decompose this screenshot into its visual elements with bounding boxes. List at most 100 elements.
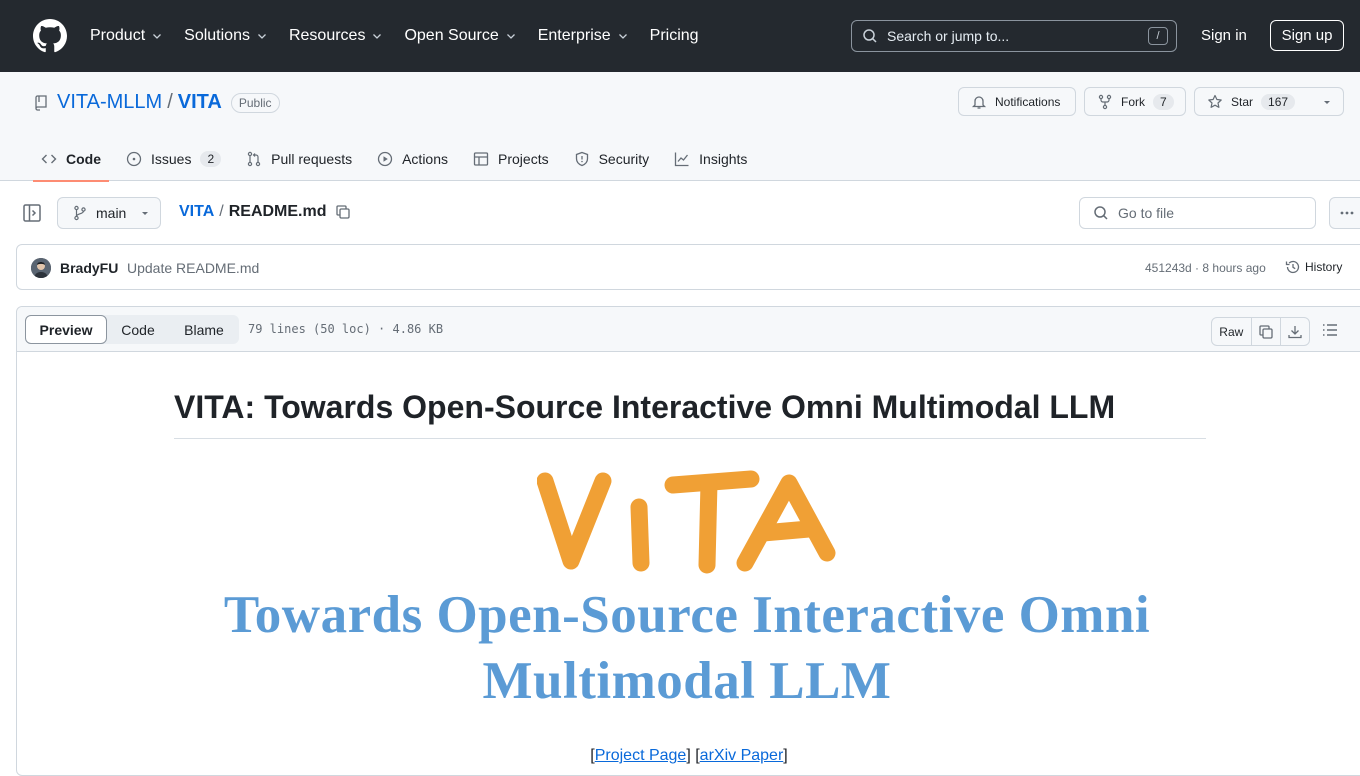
history-link[interactable]: History — [1285, 259, 1342, 275]
links-bracket-mid: ] [ — [686, 747, 700, 764]
triangle-down-icon — [1323, 100, 1330, 104]
tab-code[interactable]: Code — [33, 136, 109, 182]
branch-name: main — [96, 205, 127, 221]
nav-enterprise-label: Enterprise — [537, 27, 611, 44]
file-header: Preview Code Blame 79 lines (50 loc) · 4… — [17, 307, 1360, 352]
nav-open-source[interactable]: Open Source — [404, 27, 516, 45]
nav-resources[interactable]: Resources — [289, 27, 383, 45]
search-shortcut-key: / — [1148, 27, 1168, 45]
code-icon — [41, 154, 57, 163]
chevron-down-icon — [258, 34, 266, 39]
file-breadcrumb: VITA / README.md — [179, 203, 351, 221]
tab-code-label: Code — [66, 150, 101, 167]
star-lists-dropdown[interactable] — [1310, 87, 1344, 116]
search-placeholder: Search or jump to... — [887, 28, 1010, 44]
preview-view-button[interactable]: Preview — [25, 315, 107, 344]
star-icon — [1208, 94, 1222, 108]
copy-icon — [1259, 324, 1273, 339]
star-button[interactable]: Star 167 — [1194, 87, 1311, 116]
arxiv-paper-link-text: arXiv Paper — [699, 747, 784, 764]
star-count: 167 — [1261, 93, 1296, 110]
nav-solutions[interactable]: Solutions — [184, 27, 268, 45]
tab-actions-label: Actions — [402, 150, 449, 167]
tab-projects-label: Projects — [498, 150, 549, 167]
nav-product[interactable]: Product — [90, 27, 163, 45]
go-to-file-input[interactable]: Go to file — [1079, 197, 1316, 229]
github-logo-icon[interactable] — [33, 19, 67, 53]
notifications-label: Notifications — [995, 94, 1061, 109]
visibility-badge: Public — [230, 92, 280, 113]
repo-owner-link[interactable]: VITA-MLLM — [57, 91, 162, 114]
sign-up-button[interactable]: Sign up — [1270, 20, 1344, 51]
file-actions: Raw — [1211, 317, 1310, 346]
project-page-link[interactable]: Project Page — [595, 747, 687, 764]
repo-title: VITA-MLLM / VITA Public — [33, 91, 280, 114]
nav-pricing-label: Pricing — [649, 27, 699, 44]
fork-icon — [1098, 94, 1112, 109]
kebab-horizontal-icon — [1340, 211, 1354, 215]
fork-label: Fork — [1121, 94, 1145, 109]
branch-selector[interactable]: main — [57, 197, 161, 229]
arxiv-paper-link[interactable]: arXiv Paper — [700, 747, 784, 764]
history-icon — [1285, 260, 1300, 274]
repo-tabs: Code Issues 2 Pull requests Actions Proj… — [33, 136, 764, 182]
tab-insights[interactable]: Insights — [666, 136, 755, 181]
sidebar-expand-icon[interactable] — [22, 203, 42, 223]
sign-in-link[interactable]: Sign in — [1201, 27, 1247, 44]
copy-path-icon[interactable] — [335, 204, 351, 220]
commit-hash-and-time[interactable]: 451243d · 8 hours ago — [1145, 261, 1266, 275]
graph-icon — [675, 152, 689, 166]
issues-count: 2 — [200, 150, 222, 167]
tab-issues-label: Issues — [151, 150, 192, 167]
latest-commit-box: BradyFU Update README.md 451243d · 8 hou… — [16, 244, 1360, 290]
file-viewer: Preview Code Blame 79 lines (50 loc) · 4… — [16, 306, 1360, 776]
readme-links: [Project Page] [arXiv Paper] — [17, 747, 1360, 765]
repo-header: VITA-MLLM / VITA Public Notifications Fo… — [0, 72, 1360, 182]
tab-insights-label: Insights — [699, 150, 748, 167]
search-icon — [1094, 206, 1108, 220]
tab-pull-requests[interactable]: Pull requests — [238, 136, 360, 181]
tab-pull-requests-label: Pull requests — [271, 150, 353, 167]
global-header: Product Solutions Resources Open Source … — [0, 0, 1360, 72]
notifications-button[interactable]: Notifications — [958, 87, 1076, 116]
logo-text-line-1: Towards Open-Source Interactive Omni — [223, 586, 1151, 644]
copy-raw-button[interactable] — [1252, 318, 1281, 345]
git-branch-icon — [74, 205, 86, 221]
raw-button[interactable]: Raw — [1212, 318, 1252, 345]
download-raw-button[interactable] — [1280, 318, 1309, 345]
tab-projects[interactable]: Projects — [465, 136, 557, 181]
repo-separator: / — [167, 91, 173, 113]
breadcrumb-file-name: README.md — [228, 203, 327, 220]
nav-pricing[interactable]: Pricing — [650, 27, 699, 45]
bell-icon — [971, 95, 987, 109]
more-options-button[interactable] — [1329, 197, 1360, 229]
chevron-down-icon — [618, 34, 627, 39]
tab-actions[interactable]: Actions — [369, 136, 456, 181]
top-nav: Product Solutions Resources Open Source … — [90, 0, 720, 72]
blame-view-button[interactable]: Blame — [169, 315, 239, 344]
commit-author-link[interactable]: BradyFU — [60, 260, 118, 276]
view-mode-switcher: Preview Code Blame — [25, 315, 239, 344]
vita-logo-image: Towards Open-Source Interactive Omni Mul… — [197, 467, 1177, 710]
code-view-button[interactable]: Code — [107, 315, 169, 344]
breadcrumb-repo-link[interactable]: VITA — [179, 203, 214, 221]
fork-button[interactable]: Fork 7 — [1084, 87, 1186, 116]
avatar[interactable] — [31, 258, 51, 278]
commit-message-link[interactable]: Update README.md — [127, 260, 259, 276]
outline-list-icon[interactable] — [1320, 320, 1340, 340]
fork-count: 7 — [1153, 93, 1174, 110]
tab-issues[interactable]: Issues 2 — [118, 136, 229, 181]
go-to-file-placeholder: Go to file — [1118, 205, 1175, 221]
pull-request-icon — [247, 151, 261, 166]
chevron-down-icon — [506, 34, 515, 39]
tab-security-label: Security — [598, 150, 650, 167]
nav-enterprise[interactable]: Enterprise — [538, 27, 629, 45]
readme-heading: VITA: Towards Open-Source Interactive Om… — [174, 389, 1206, 439]
shield-icon — [575, 151, 588, 166]
tab-security[interactable]: Security — [566, 136, 658, 181]
search-input[interactable]: Search or jump to... / — [851, 20, 1177, 52]
nav-solutions-label: Solutions — [184, 27, 250, 44]
triangle-down-icon — [142, 212, 149, 215]
nav-open-source-label: Open Source — [404, 27, 499, 44]
repo-name-link[interactable]: VITA — [178, 91, 222, 114]
